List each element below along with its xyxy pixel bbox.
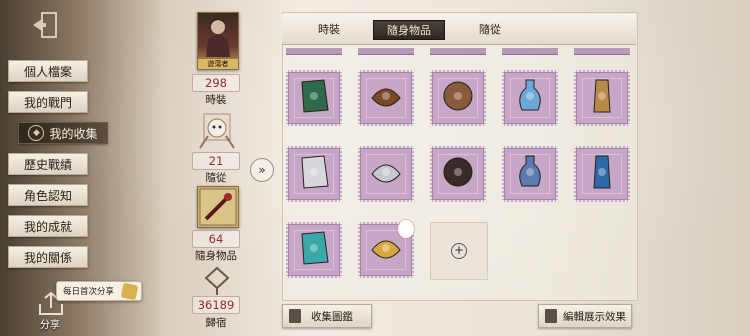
edit-display-label: 編輯展示效果 xyxy=(563,310,626,323)
menu-item-character-knowledge[interactable]: 角色認知 xyxy=(8,184,88,206)
row-stub xyxy=(574,48,630,55)
accessory-chain-pendant[interactable] xyxy=(358,146,414,202)
follower-label: 隨從 xyxy=(205,172,227,184)
book-icon xyxy=(289,309,301,323)
edit-icon xyxy=(545,309,557,323)
follower-pet-icon[interactable] xyxy=(194,108,240,152)
menu-item-label: 角色認知 xyxy=(23,188,72,203)
row-stub xyxy=(502,48,558,55)
menu-item-label: 我的收集 xyxy=(49,126,98,141)
accessory-spiral-shell[interactable] xyxy=(430,70,486,126)
home-label: 歸宿 xyxy=(205,317,227,329)
blue-potion-icon xyxy=(519,79,541,111)
teapot-compass-icon xyxy=(371,88,401,107)
accessory-silver-horn[interactable] xyxy=(286,146,342,202)
costume-card[interactable]: 遊蕩者 xyxy=(197,12,239,70)
plus-icon: + xyxy=(451,243,467,259)
costume-count: 298 xyxy=(192,74,240,92)
collection-catalog-button[interactable]: 收集圖鑑 xyxy=(282,304,372,328)
tab-costume[interactable]: 時裝 xyxy=(298,20,360,38)
striped-pouch-icon xyxy=(371,240,401,259)
row-stub xyxy=(430,48,486,55)
follower-count: 21 xyxy=(192,152,240,170)
silver-horn-icon xyxy=(301,155,329,189)
costume-label: 時裝 xyxy=(205,94,227,106)
character-portrait-icon xyxy=(206,19,230,57)
lantern-pendant-icon xyxy=(593,79,611,113)
exit-door-icon[interactable] xyxy=(30,10,62,40)
home-count: 36189 xyxy=(192,296,240,314)
edit-display-button[interactable]: 編輯展示效果 xyxy=(538,304,632,328)
card-box-icon xyxy=(443,157,473,187)
new-badge-icon xyxy=(398,220,414,238)
menu-item-label: 歷史戰績 xyxy=(23,157,72,172)
reward-icon xyxy=(120,282,139,301)
menu-item-my-battles[interactable]: 我的戰門 xyxy=(8,91,88,113)
chain-pendant-icon xyxy=(371,164,401,183)
accessory-starry-lantern[interactable] xyxy=(574,146,630,202)
accessory-green-book[interactable] xyxy=(286,70,342,126)
daily-share-tip-text: 每日首次分享 xyxy=(63,287,115,297)
daily-share-tip[interactable]: 每日首次分享 xyxy=(56,281,142,301)
tab-bar: 時裝 隨身物品 隨從 xyxy=(282,14,636,45)
add-item-button[interactable]: + xyxy=(430,222,488,280)
tab-accessories[interactable]: 隨身物品 xyxy=(373,20,445,40)
row-stub xyxy=(286,48,342,55)
menu-item-my-collection[interactable]: ◆ 我的收集 xyxy=(18,122,108,144)
costume-card-caption: 遊蕩者 xyxy=(198,59,238,69)
starry-lantern-icon xyxy=(593,155,611,189)
menu-item-label: 我的戰門 xyxy=(23,95,72,110)
accessory-clef-orb[interactable] xyxy=(502,146,558,202)
spiral-shell-icon xyxy=(443,81,473,111)
menu-item-relations[interactable]: 我的關係 xyxy=(8,246,88,268)
accessory-card[interactable] xyxy=(197,186,239,228)
expand-double-chevron-icon[interactable]: » xyxy=(250,158,274,182)
menu-item-history[interactable]: 歷史戰績 xyxy=(8,153,88,175)
accessory-lantern-pendant[interactable] xyxy=(574,70,630,126)
green-book-icon xyxy=(301,79,329,113)
home-anchor-icon[interactable] xyxy=(204,266,230,296)
menu-item-label: 我的關係 xyxy=(23,250,72,265)
accessory-item-icon xyxy=(199,188,237,226)
accessory-card-box[interactable] xyxy=(430,146,486,202)
menu-item-profile[interactable]: 個人檔案 xyxy=(8,60,88,82)
share-label: 分享 xyxy=(40,320,60,331)
shield-icon: ◆ xyxy=(28,125,45,141)
collection-catalog-label: 收集圖鑑 xyxy=(311,310,353,323)
row-stub xyxy=(358,48,414,55)
accessory-count: 64 xyxy=(192,230,240,248)
accessory-blue-potion[interactable] xyxy=(502,70,558,126)
accessory-label: 隨身物品 xyxy=(195,250,237,262)
menu-item-label: 個人檔案 xyxy=(23,64,72,79)
menu-item-achievements[interactable]: 我的成就 xyxy=(8,215,88,237)
tab-followers[interactable]: 隨從 xyxy=(460,20,520,38)
teal-tassel-icon xyxy=(301,231,329,265)
menu-item-label: 我的成就 xyxy=(23,219,72,234)
accessory-teal-tassel[interactable] xyxy=(286,222,342,278)
clef-orb-icon xyxy=(519,155,541,187)
accessory-teapot-compass[interactable] xyxy=(358,70,414,126)
